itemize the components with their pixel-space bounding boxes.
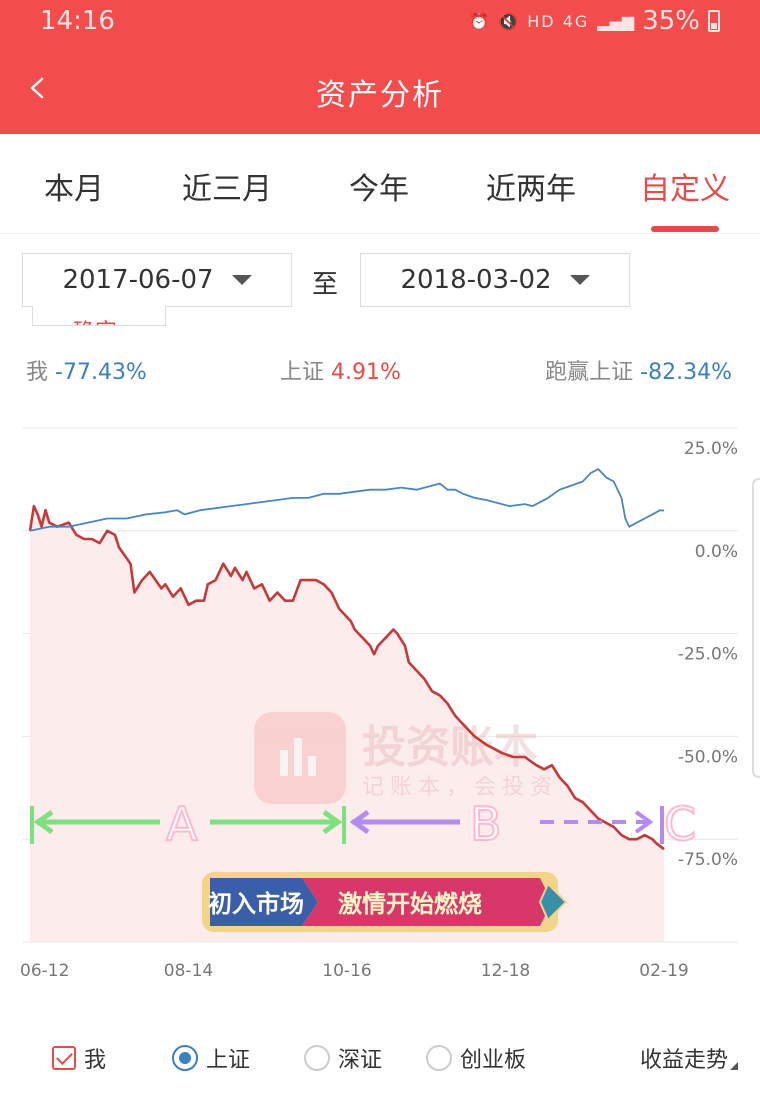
app-header: 资产分析 [0, 44, 760, 134]
y-tick-label: 25.0% [684, 439, 738, 459]
legend-shanghai-label: 上证 [206, 1048, 251, 1073]
status-icons: ⏰ 🔇 HD 4G [469, 11, 590, 31]
status-indicators: ⏰ 🔇 HD 4G ▂▄▆ 35% [469, 6, 720, 36]
beat-index-value: -82.34% [640, 360, 732, 385]
battery-icon [708, 10, 720, 32]
battery-level: 35% [642, 6, 700, 36]
tab-last-two-years[interactable]: 近两年 [486, 164, 576, 208]
annotation-b-label: B [470, 797, 502, 851]
annotation-c: C [660, 796, 697, 852]
legend-shanghai-radio[interactable] [172, 1045, 198, 1071]
legend-shanghai[interactable]: 上证 [172, 1040, 250, 1076]
legend-chinext-label: 创业板 [460, 1048, 527, 1073]
sh-index-return: 上证 4.91% [280, 354, 401, 386]
y-tick-label: -25.0% [678, 645, 738, 665]
watermark-logo-bar [280, 750, 288, 776]
annotation-a-label: A [166, 797, 198, 851]
legend-shenzhen-label: 深证 [338, 1048, 383, 1073]
signal-icon: ▂▄▆ [597, 11, 635, 31]
legend-me-checkbox[interactable] [52, 1046, 76, 1070]
status-time: 14:16 [40, 6, 115, 36]
x-tick-label: 02-19 [639, 961, 688, 981]
watermark-logo-bar [294, 738, 302, 776]
date-separator: 至 [312, 270, 339, 300]
sh-index-label: 上证 [280, 360, 325, 385]
promo-banner[interactable]: 初入市场 激情开始燃烧 [202, 872, 568, 932]
caret-down-icon [231, 275, 252, 285]
caret-down-icon [569, 275, 590, 285]
confirm-button[interactable]: 确定 [32, 306, 166, 326]
corner-triangle-icon [730, 1062, 738, 1070]
legend-chinext-radio[interactable] [426, 1045, 452, 1071]
watermark-slogan: 记账本，会投资 [362, 775, 558, 800]
status-bar: 14:16 ⏰ 🔇 HD 4G ▂▄▆ 35% [0, 0, 760, 44]
legend-shenzhen-radio[interactable] [304, 1045, 330, 1071]
my-return: 我 -77.43% [26, 354, 147, 386]
x-tick-label: 12-18 [481, 961, 530, 981]
y-tick-label: -75.0% [678, 850, 738, 870]
promo-banner-right-text: 激情开始燃烧 [338, 890, 482, 918]
legend-chinext[interactable]: 创业板 [426, 1040, 526, 1076]
y-tick-label: -50.0% [678, 747, 738, 767]
return-trend-chart: 投资账本 记账本，会投资 25.0% 0.0% -25.0% -50.0% -75.0%… [20, 427, 738, 981]
tab-last-three-months[interactable]: 近三月 [182, 164, 272, 208]
tab-this-year[interactable]: 今年 [349, 164, 409, 208]
watermark-name: 投资账本 [362, 722, 538, 773]
x-axis-ticks: 06-12 08-14 10-16 12-18 02-19 [20, 961, 689, 981]
y-tick-label: 0.0% [695, 542, 738, 562]
confirm-button-label: 确定 [73, 314, 117, 325]
x-tick-label: 08-14 [164, 961, 213, 981]
my-return-label: 我 [26, 360, 49, 385]
period-tabs: 本月 近三月 今年 近两年 自定义 [0, 134, 760, 234]
trend-type-label: 收益走势 [639, 1048, 728, 1073]
tab-custom[interactable]: 自定义 [640, 164, 730, 208]
side-drawer-handle[interactable] [752, 478, 760, 778]
beat-index-label: 跑赢上证 [545, 360, 634, 385]
sh-index-value: 4.91% [331, 360, 401, 385]
watermark-logo-bar [308, 756, 316, 776]
start-date-value: 2017-06-07 [62, 265, 214, 295]
beat-index-return: 跑赢上证 -82.34% [545, 354, 732, 386]
tab-this-month[interactable]: 本月 [44, 164, 104, 208]
x-tick-label: 06-12 [20, 961, 69, 981]
start-date-select[interactable]: 2017-06-07 [22, 253, 292, 307]
legend-me-label: 我 [84, 1048, 107, 1073]
my-return-value: -77.43% [55, 360, 147, 385]
page-title: 资产分析 [316, 78, 444, 113]
end-date-value: 2018-03-02 [400, 265, 552, 295]
trend-type-dropdown[interactable]: 收益走势 [640, 1042, 738, 1074]
annotation-c-label: C [664, 797, 696, 851]
promo-banner-left-text: 初入市场 [208, 890, 304, 918]
legend-shenzhen[interactable]: 深证 [304, 1040, 382, 1076]
series-line-shanghai [29, 468, 665, 532]
active-tab-indicator [651, 226, 719, 232]
legend-me[interactable]: 我 [52, 1040, 106, 1076]
end-date-select[interactable]: 2018-03-02 [360, 253, 630, 307]
x-tick-label: 10-16 [322, 961, 371, 981]
